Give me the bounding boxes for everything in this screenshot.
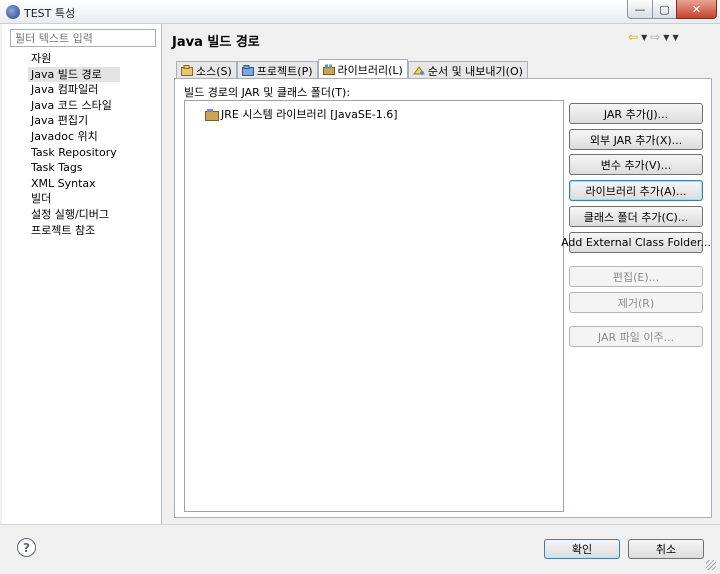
back-history-dropdown-icon[interactable]: ▼ bbox=[641, 33, 647, 42]
page-navigation: ⇦ ▼ ⇨ ▼ ▼ bbox=[628, 30, 679, 44]
resize-grip-icon[interactable] bbox=[706, 560, 716, 570]
tree-item-project-references[interactable]: 프로젝트 참조 bbox=[28, 223, 120, 239]
remove-button[interactable]: 제거(R) bbox=[569, 292, 703, 313]
page-title: Java 빌드 경로 bbox=[172, 35, 260, 50]
window-title: TEST 특성 bbox=[24, 7, 76, 20]
tab-order-export[interactable]: 순서 및 내보내기(O) bbox=[407, 61, 528, 79]
cancel-button[interactable]: 취소 bbox=[628, 539, 704, 559]
list-item-label: JRE 시스템 라이브러리 [JavaSE-1.6] bbox=[221, 108, 398, 121]
title-bar: TEST 특성 — ▢ ✕ bbox=[0, 0, 720, 24]
property-page-tree-pane: 자원 Java 빌드 경로 Java 컴파일러 Java 코드 스타일 Java… bbox=[2, 24, 162, 524]
tab-projects[interactable]: 프로젝트(P) bbox=[236, 61, 318, 79]
filter-input[interactable] bbox=[10, 29, 156, 47]
jar-library-icon bbox=[205, 108, 219, 121]
tree-item-xml-syntax[interactable]: XML Syntax bbox=[28, 176, 120, 192]
add-library-button[interactable]: 라이브러리 추가(A)... bbox=[569, 180, 703, 201]
tree-item-task-tags[interactable]: Task Tags bbox=[28, 160, 120, 176]
tab-libraries[interactable]: 라이브러리(L) bbox=[317, 59, 408, 79]
add-class-folder-button[interactable]: 클래스 폴더 추가(C)... bbox=[569, 206, 703, 227]
property-page-tree: 자원 Java 빌드 경로 Java 컴파일러 Java 코드 스타일 Java… bbox=[28, 51, 120, 238]
tree-item-builders[interactable]: 빌더 bbox=[28, 191, 120, 207]
edit-button[interactable]: 편집(E)... bbox=[569, 266, 703, 287]
tree-item-java-editor[interactable]: Java 편집기 bbox=[28, 113, 120, 129]
view-menu-icon[interactable]: ▼ bbox=[672, 33, 678, 42]
tree-item-run-debug-settings[interactable]: 설정 실행/디버그 bbox=[28, 207, 120, 223]
forward-arrow-icon[interactable]: ⇨ bbox=[650, 30, 660, 44]
add-jars-button[interactable]: JAR 추가(J)... bbox=[569, 103, 703, 124]
build-path-entries-list[interactable]: JRE 시스템 라이브러리 [JavaSE-1.6] bbox=[184, 100, 564, 512]
minimize-button[interactable]: — bbox=[627, 0, 653, 19]
library-icon bbox=[322, 64, 335, 75]
tree-item-java-code-style[interactable]: Java 코드 스타일 bbox=[28, 98, 120, 114]
source-folder-icon bbox=[181, 65, 193, 76]
add-external-class-folder-button[interactable]: Add External Class Folder... bbox=[561, 232, 711, 253]
tab-order-export-label: 순서 및 내보내기(O) bbox=[427, 64, 523, 78]
tab-source[interactable]: 소스(S) bbox=[176, 61, 237, 79]
back-arrow-icon[interactable]: ⇦ bbox=[628, 30, 638, 44]
tree-item-javadoc-location[interactable]: Javadoc 위치 bbox=[28, 129, 120, 145]
maximize-button[interactable]: ▢ bbox=[652, 0, 677, 19]
tree-item-task-repository[interactable]: Task Repository bbox=[28, 145, 120, 161]
migrate-jar-button[interactable]: JAR 파일 이주... bbox=[569, 326, 703, 347]
tree-item-java-compiler[interactable]: Java 컴파일러 bbox=[28, 82, 120, 98]
list-item[interactable]: JRE 시스템 라이브러리 [JavaSE-1.6] bbox=[205, 106, 398, 122]
tree-item-java-build-path[interactable]: Java 빌드 경로 bbox=[28, 66, 120, 83]
add-external-jars-button[interactable]: 외부 JAR 추가(X)... bbox=[569, 129, 703, 150]
forward-history-dropdown-icon[interactable]: ▼ bbox=[663, 33, 669, 42]
tab-libraries-label: 라이브러리(L) bbox=[337, 63, 403, 77]
order-export-icon bbox=[412, 65, 425, 76]
footer-divider bbox=[0, 524, 720, 525]
ok-button[interactable]: 확인 bbox=[544, 539, 620, 559]
build-path-entries-label: 빌드 경로의 JAR 및 클래스 폴더(T): bbox=[184, 86, 351, 99]
close-button[interactable]: ✕ bbox=[676, 0, 717, 19]
project-icon bbox=[241, 65, 254, 76]
eclipse-app-icon bbox=[6, 5, 20, 19]
tab-projects-label: 프로젝트(P) bbox=[256, 64, 313, 78]
help-icon[interactable]: ? bbox=[17, 538, 36, 557]
tab-source-label: 소스(S) bbox=[196, 64, 232, 78]
tree-item-resource[interactable]: 자원 bbox=[28, 51, 120, 67]
build-path-tabs: 소스(S) 프로젝트(P) 라이브러리(L) 순서 및 내보내기(O) bbox=[176, 59, 528, 79]
add-variable-button[interactable]: 변수 추가(V)... bbox=[569, 154, 703, 175]
